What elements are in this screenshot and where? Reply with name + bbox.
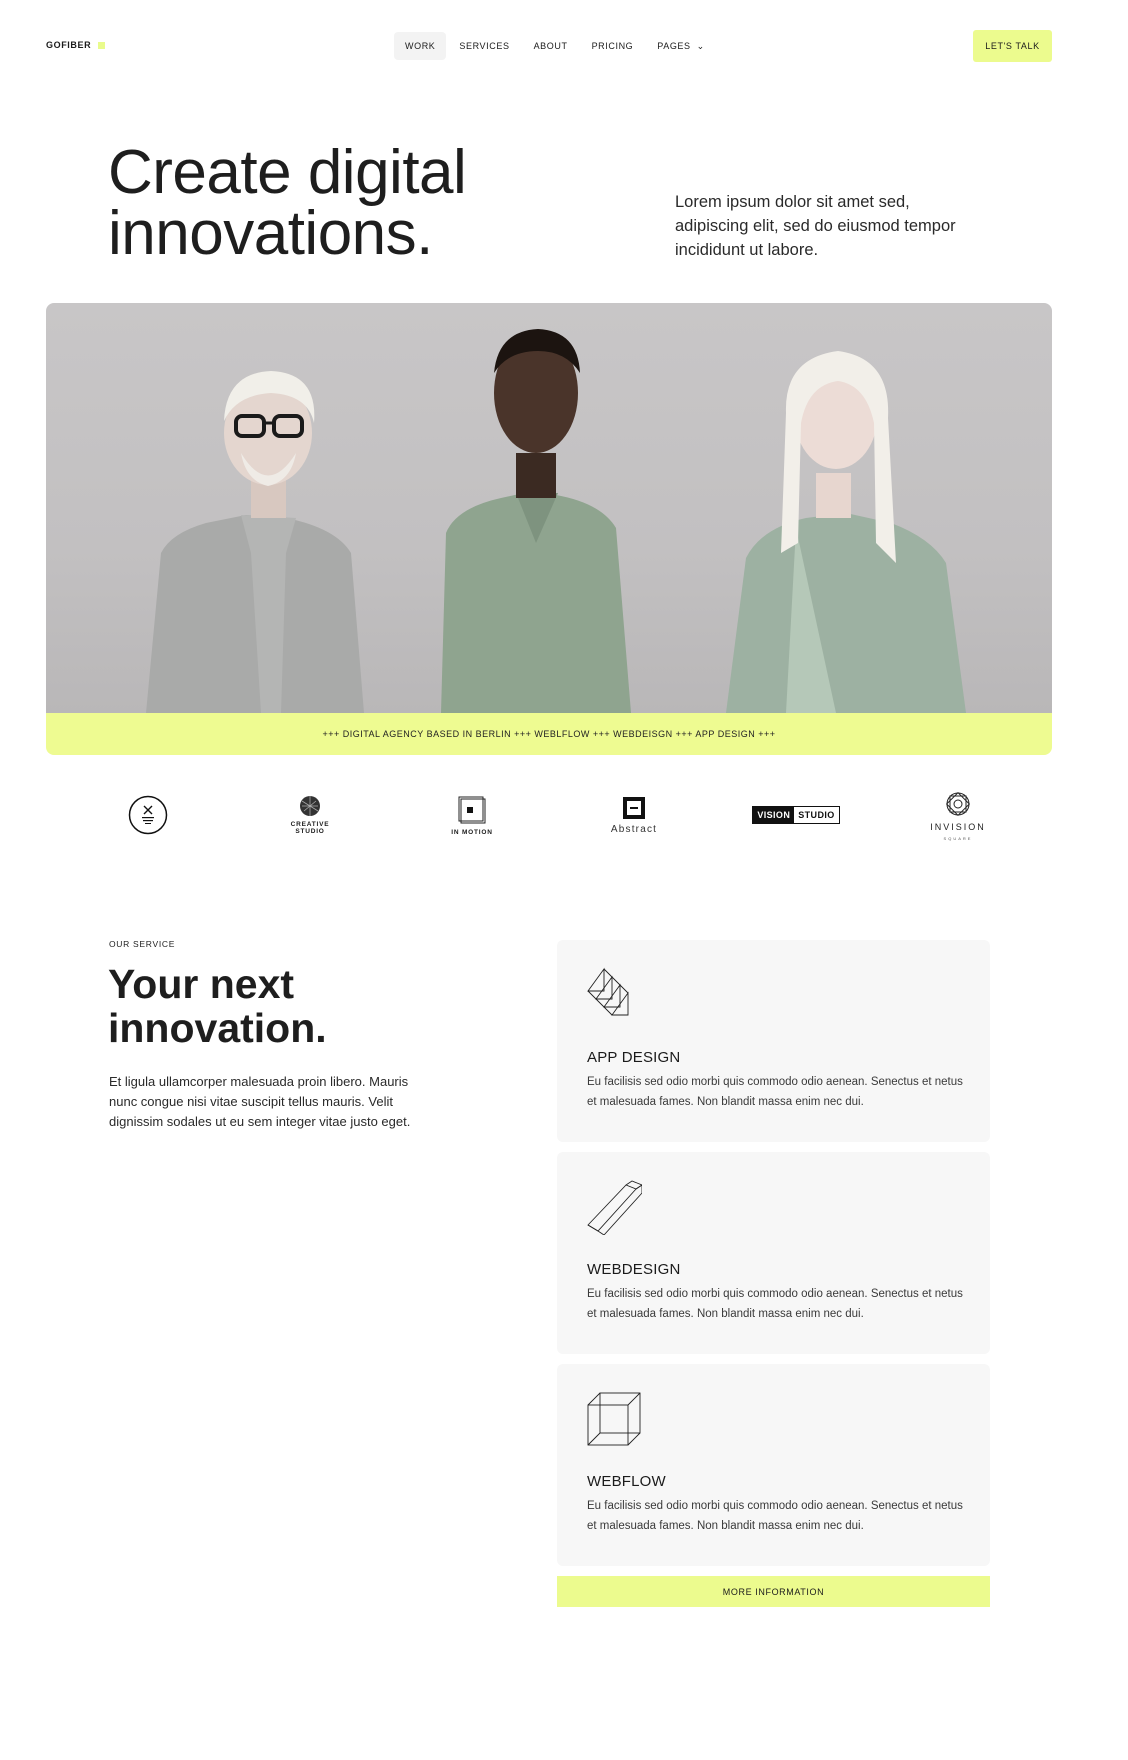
nav-pages[interactable]: PAGES ⌄ (646, 32, 716, 60)
top-nav: GOFIBER WORK SERVICES ABOUT PRICING PAGE… (0, 0, 1128, 92)
nav-pricing[interactable]: PRICING (581, 32, 645, 60)
lets-talk-button[interactable]: LET'S TALK (973, 30, 1052, 62)
abstract-wordmark: Abstract (610, 823, 658, 835)
invision-wordmark: INVISION (930, 821, 986, 832)
client-logo-abstract: Abstract (574, 796, 694, 835)
hero-copy: Lorem ipsum dolor sit amet sed, adipisci… (675, 193, 956, 259)
client-logo-vision-studio: VISION STUDIO (736, 806, 856, 824)
service-card-webflow[interactable]: WEBFLOW Eu facilisis sed odio morbi quis… (557, 1364, 990, 1566)
hero-title-line-1: Create digital (108, 138, 467, 207)
nav-services[interactable]: SERVICES (448, 32, 520, 60)
client-logo-invision: INVISION SQUARE (898, 790, 1018, 841)
ticker-banner: +++ DIGITAL AGENCY BASED IN BERLIN +++ W… (46, 713, 1052, 755)
service-card-desc: Eu facilisis sed odio morbi quis commodo… (587, 1076, 963, 1108)
service-card-desc: Eu facilisis sed odio morbi quis commodo… (587, 1288, 963, 1320)
services-eyebrow: OUR SERVICE (109, 939, 176, 949)
client-logo-barber (88, 795, 208, 835)
service-card-title: WEBFLOW (587, 1473, 666, 1490)
pencil-bar-icon (587, 1180, 642, 1235)
nav-about[interactable]: ABOUT (523, 32, 579, 60)
chevron-down-icon: ⌄ (696, 40, 705, 51)
creative-studio-mark-icon (300, 796, 320, 816)
creative-studio-line-2: STUDIO (295, 828, 325, 835)
vision-studio-wordmark: VISION STUDIO (752, 806, 840, 824)
invision-subtitle: SQUARE (943, 835, 973, 841)
hero-title: Create digital innovations. (108, 142, 628, 265)
abstract-mark-icon (623, 796, 645, 819)
hero-photo-illustration (146, 329, 966, 713)
wireframe-cube-icon (587, 1392, 641, 1446)
brand-logo-dot (98, 41, 106, 49)
nav-work[interactable]: WORK (394, 32, 447, 60)
services-copy: Et ligula ullamcorper malesuada proin li… (109, 1074, 411, 1129)
hero-photo (46, 303, 1052, 713)
service-card-title: WEBDESIGN (587, 1261, 681, 1278)
in-motion-wordmark: IN MOTION (451, 828, 493, 836)
service-card-app-design[interactable]: APP DESIGN Eu facilisis sed odio morbi q… (557, 940, 990, 1142)
services-title: Your next innovation. (108, 962, 428, 1050)
more-information-button[interactable]: MORE INFORMATION (557, 1576, 990, 1607)
service-card-title: APP DESIGN (587, 1049, 681, 1066)
invision-mandala-icon (945, 791, 971, 816)
brand-logo-text: GOFIBER (46, 40, 92, 50)
person-right (726, 351, 966, 713)
services-title-line-1: Your next (108, 961, 295, 1007)
brand-logo[interactable]: GOFIBER (46, 40, 106, 50)
hero-title-line-2: innovations. (108, 199, 433, 268)
in-motion-mark-icon (458, 796, 486, 823)
creative-studio-line-1: CREATIVE (290, 821, 330, 828)
barber-badge-icon (128, 795, 168, 835)
service-card-desc: Eu facilisis sed odio morbi quis commodo… (587, 1500, 963, 1532)
services-title-line-2: innovation. (108, 1005, 327, 1051)
service-card-webdesign[interactable]: WEBDESIGN Eu facilisis sed odio morbi qu… (557, 1152, 990, 1354)
client-logo-creative-studio: CREATIVE STUDIO (250, 795, 370, 835)
studio-word: STUDIO (798, 810, 835, 820)
nav-pages-label: PAGES (657, 41, 691, 51)
person-left (146, 371, 364, 713)
client-logos: CREATIVE STUDIO IN MOTION Abstract VISIO… (88, 790, 1018, 841)
stacked-layers-icon (587, 967, 629, 1016)
person-middle (441, 329, 631, 713)
vision-word: VISION (753, 807, 795, 823)
main-menu: WORK SERVICES ABOUT PRICING PAGES ⌄ (394, 32, 716, 60)
service-cards: APP DESIGN Eu facilisis sed odio morbi q… (557, 940, 990, 1576)
client-logo-in-motion: IN MOTION (412, 795, 532, 836)
creative-studio-wordmark: CREATIVE STUDIO (291, 821, 330, 835)
